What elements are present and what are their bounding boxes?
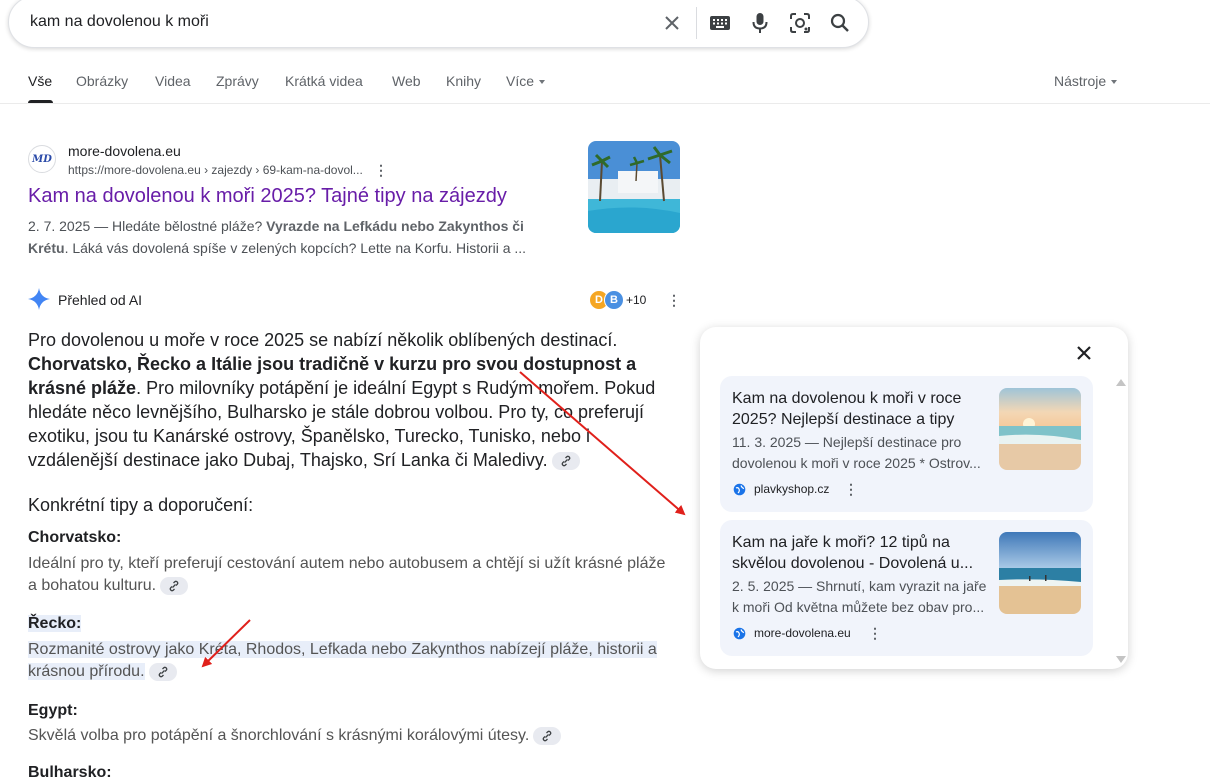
source-card-thumbnail[interactable] [999,388,1081,470]
close-icon[interactable] [1073,342,1095,364]
tips-heading: Konkrétní tipy a doporučení: [28,495,254,515]
citation-link-button[interactable] [551,452,580,471]
snippet-rest-text: . Láká vás dovolená spíše v zelených kop… [64,240,527,256]
chevron-down-icon [539,80,546,85]
tab-more-label: Více [506,73,535,89]
link-icon [561,455,571,467]
clear-icon[interactable] [658,9,686,37]
more-options-icon[interactable]: ⋮ [374,163,388,177]
section-heading: Chorvatsko: [28,529,122,546]
tab-news[interactable]: Zprávy [216,73,259,89]
more-options-icon[interactable]: ⋮ [667,293,681,307]
citation-link-button[interactable] [160,576,189,595]
tab-videos[interactable]: Videa [155,73,191,89]
tools-label: Nástroje [1054,73,1107,89]
tab-books[interactable]: Knihy [446,73,481,89]
section-heading: Bulharsko: [28,764,112,778]
tab-all[interactable]: Vše [28,73,52,89]
source-card[interactable]: Kam na jaře k moři? 12 tipů na skvělou d… [720,520,1093,656]
site-favicon[interactable]: MD [28,145,56,173]
ai-sparkle-icon [28,288,50,315]
link-icon [169,580,179,592]
ai-text-part: Pro dovolenou u moře v roce 2025 se nabí… [28,330,618,350]
result-url[interactable]: https://more-dovolena.eu › zajezdy › 69-… [68,163,363,177]
more-options-icon[interactable]: ⋮ [844,482,858,496]
more-options-icon[interactable]: ⋮ [868,626,882,640]
section-heading: Egypt: [28,702,78,719]
link-icon [542,730,552,742]
tab-short-videos[interactable]: Krátká videa [285,73,363,89]
source-card-site[interactable]: more-dovolena.eu [754,626,851,640]
tools-button[interactable]: Nástroje [1054,73,1118,89]
result-site-name[interactable]: more-dovolena.eu [68,143,181,159]
source-card-snippet: 11. 3. 2025 — Nejlepší destinace pro dov… [732,434,981,471]
result-snippet: 2. 7. 2025 — Hledáte bělostné pláže? Vyr… [28,215,538,259]
section-text: Skvělá volba pro potápění a šnorchlování… [28,725,668,747]
tabs-divider [0,103,1210,104]
chevron-down-icon [1111,80,1118,85]
microphone-icon[interactable] [746,9,774,37]
section-text: Ideální pro ty, kteří preferují cestován… [28,553,668,597]
sources-panel: Kam na dovolenou k moři v roce 2025? Nej… [700,327,1128,669]
ai-overview-label: Přehled od AI [58,292,143,308]
search-divider [696,7,697,39]
section-heading-text: Řecko: [28,615,82,632]
tab-more[interactable]: Více [506,73,546,89]
source-card[interactable]: Kam na dovolenou k moři v roce 2025? Nej… [720,376,1093,512]
section-heading: Řecko: [28,615,82,633]
tab-web[interactable]: Web [392,73,421,89]
scroll-down-icon[interactable] [1116,656,1126,663]
section-text: Rozmanité ostrovy jako Kréta, Rhodos, Le… [28,639,668,683]
source-card-title[interactable]: Kam na jaře k moři? 12 tipů na skvělou d… [732,532,987,574]
citation-link-button[interactable] [148,662,177,681]
search-input[interactable]: kam na dovolenou k moři [30,13,209,31]
lens-icon[interactable] [786,9,814,37]
avatar: B [604,290,624,310]
citation-link-button[interactable] [533,726,562,745]
tab-images[interactable]: Obrázky [76,73,128,89]
section-text-content: Skvělá volba pro potápění a šnorchlování… [28,727,530,744]
snippet-date-text: 2. 7. 2025 — Hledáte bělostné pláže? [28,218,267,234]
globe-icon [733,627,746,640]
globe-icon [733,483,746,496]
search-box[interactable]: kam na dovolenou k moři [8,0,869,48]
source-card-snippet: 2. 5. 2025 — Shrnutí, kam vyrazit na jař… [732,578,987,615]
ai-sources-count[interactable]: +10 [626,293,646,307]
source-card-site[interactable]: plavkyshop.cz [754,482,829,496]
result-title-link[interactable]: Kam na dovolenou k moři 2025? Tajné tipy… [28,185,507,208]
search-icon[interactable] [826,9,854,37]
keyboard-icon[interactable] [706,9,734,37]
link-icon [158,666,167,678]
result-thumbnail[interactable] [588,141,680,233]
section-text-content: Rozmanité ostrovy jako Kréta, Rhodos, Le… [28,641,657,680]
source-card-title[interactable]: Kam na dovolenou k moři v roce 2025? Nej… [732,388,987,430]
section-text-content: Ideální pro ty, kteří preferují cestován… [28,555,666,594]
source-card-thumbnail[interactable] [999,532,1081,614]
ai-overview-text: Pro dovolenou u moře v roce 2025 se nabí… [28,328,658,472]
scroll-up-icon[interactable] [1116,379,1126,386]
